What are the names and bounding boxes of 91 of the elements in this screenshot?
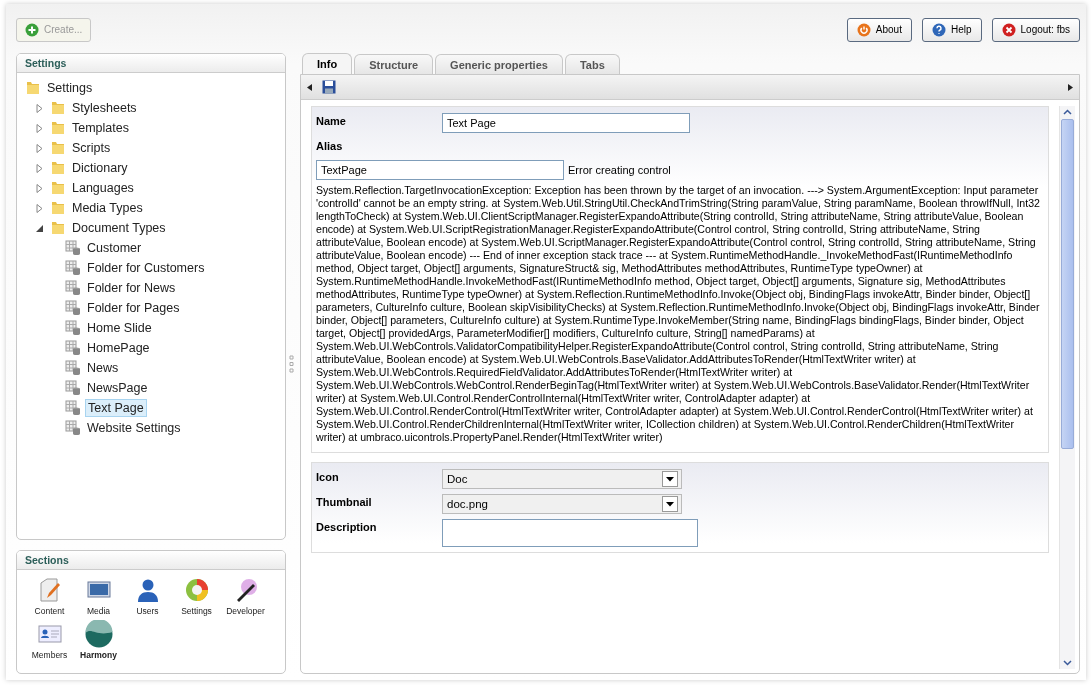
expand-arrow-icon[interactable] — [35, 123, 44, 133]
section-label: Media — [86, 606, 111, 616]
toolbar-button[interactable]: About — [846, 17, 912, 42]
expand-arrow-icon[interactable] — [35, 143, 44, 153]
scrollbar-thumb[interactable] — [1061, 119, 1074, 449]
tree-item[interactable]: Templates — [70, 120, 131, 136]
tree-item[interactable]: Scripts — [70, 140, 113, 156]
section-item[interactable]: Users — [123, 576, 172, 616]
tree-item[interactable]: NewsPage — [85, 380, 150, 396]
tree-item[interactable]: Text Page — [85, 399, 147, 417]
scroll-left-icon[interactable] — [307, 83, 312, 91]
tab[interactable]: Info — [302, 53, 353, 74]
scroll-right-icon[interactable] — [1068, 83, 1073, 91]
expand-arrow-icon[interactable] — [35, 183, 44, 193]
tree-item[interactable]: Folder for News — [85, 280, 178, 296]
exception-text: System.Reflection.TargetInvocationException: Exception has been thrown by the target of an invocation. ---> System.ArgumentException: Input parameter 'controlId' cannot be an empty string. at System.Web.Util.StringUtil.CheckAndTrimString(String paramValue, String paramName, Boolean throwIfNull, Int32 lengthToCheck) at System.Web.UI.ClientScriptManager.RegisterExpandoAttribute(String controlId, String attributeName, String attributeValue, Boolean encode) at System.Web.UI.ScriptRegistrationManager.RegisterExpandoAttribute(Control control, String controlId, String attributeName, String attributeValue, Boolean encode) at System.Web.UI.ScriptManager.RegisterExpandoAttribute(Control control, String controlId, String attributeName, String attributeValue, Boolean encode) --- End of inner exception stack trace --- at System.RuntimeMethodHandle._InvokeMethodFast(IRuntimeMethodInfo method, Object target, Object[] arguments, SignatureStruct& sig, MethodAttributes methodAttributes, RuntimeType typeOwner) at System.RuntimeMethodHandle.InvokeMethodFast(IRuntimeMethodInfo method, Object target, Object[] arguments, Signature sig, MethodAttributes methodAttributes, RuntimeType typeOwner) at System.Reflection.RuntimeMethodInfo.Invoke(Object obj, BindingFlags invokeAttr, Binder binder, Object[] parameters, CultureInfo culture, Boolean skipVisibilityChecks) at System.Reflection.RuntimeMethodInfo.Invoke(Object obj, BindingFlags invokeAttr, Binder binder, Object[] parameters, CultureInfo culture) at System.RuntimeType.InvokeMember(String name, BindingFlags bindingFlags, Binder binder, Object target, Object[] providedArgs, ParameterModifier[] modifiers, CultureInfo culture, String[] namedParams) at System.Web.UI.WebControls.ValidatorCompatibilityHelper.RegisterExpandoAttribute(Control control, String controlId, String attributeName, String attributeValue, Boolean encode) at System.Web.UI.WebControls.BaseValidator.AddAttributesToRender(HtmlTextWriter writer) at System.Web.UI.WebControls.RequiredFieldValidator.AddAttributesToRender(HtmlTextWriter writer) at System.Web.UI.WebControls.WebControl.RenderBeginTag(HtmlTextWriter writer) at System.Web.UI.WebControls.BaseValidator.Render(HtmlTextWriter writer) at System.Web.UI.Control.RenderControlInternal(HtmlTextWriter writer, ControlAdapter adapter) at System.Web.UI.Control.RenderControl(HtmlTextWriter writer, ControlAdapter adapter) at System.Web.UI.Control.RenderControl(HtmlTextWriter writer) at System.Web.UI.Control.RenderChildrenInternal(HtmlTextWriter writer, ICollection children) at System.Web.UI.Control.RenderChildren(HtmlTextWriter writer) at umbraco.uicontrols.PropertyPanel.Render(HtmlTextWriter writer) — [316, 184, 1041, 444]
description-field[interactable] — [442, 519, 698, 547]
wave-logo-icon — [84, 620, 113, 648]
tab[interactable]: Tabs — [564, 54, 620, 74]
document-type-icon — [65, 280, 81, 296]
section-item[interactable]: Developer — [221, 576, 270, 616]
tree-item[interactable]: Customer — [85, 240, 144, 256]
section-item[interactable]: Content — [25, 576, 74, 616]
section-label: Harmony — [80, 650, 117, 660]
alias-field[interactable]: TextPage — [316, 160, 564, 180]
icon-dropdown[interactable]: Doc — [442, 469, 682, 489]
document-type-icon — [65, 240, 81, 256]
folder-icon — [50, 160, 66, 176]
document-type-icon — [65, 420, 81, 436]
section-label: Content — [34, 606, 65, 616]
panel-title: Sections — [17, 551, 285, 570]
folder-icon — [50, 140, 66, 156]
tab[interactable]: Structure — [354, 54, 434, 74]
folder-icon — [50, 180, 66, 196]
expand-arrow-icon[interactable] — [35, 163, 44, 173]
field-label: Name — [316, 114, 347, 127]
tree-item[interactable]: Stylesheets — [70, 100, 139, 116]
folder-icon — [50, 120, 66, 136]
tree-item[interactable]: Dictionary — [70, 160, 130, 176]
tree-item[interactable]: Document Types — [70, 220, 168, 236]
section-label: Developer — [226, 606, 265, 616]
tree-item[interactable]: Home Slide — [85, 320, 154, 336]
help-icon — [931, 22, 946, 37]
folder-icon — [50, 200, 66, 216]
panel-title: Settings — [17, 54, 285, 73]
color-wheel-icon — [184, 576, 209, 604]
tree-item[interactable]: Media Types — [70, 200, 145, 216]
scrollbar[interactable] — [1059, 106, 1075, 669]
tree-item[interactable]: Folder for Customers — [85, 260, 207, 276]
section-item[interactable]: Settings — [172, 576, 221, 616]
folder-icon — [50, 100, 66, 116]
section-item[interactable]: Harmony — [74, 620, 123, 660]
splitter-grip-icon[interactable] — [289, 353, 294, 374]
expand-arrow-icon[interactable] — [35, 203, 44, 213]
document-type-icon — [65, 320, 81, 336]
tab[interactable]: Generic properties — [435, 54, 563, 74]
thumbnail-dropdown[interactable]: doc.png — [442, 494, 682, 514]
document-type-icon — [65, 360, 81, 376]
tree-item[interactable]: Folder for Pages — [85, 300, 182, 316]
tree-item[interactable]: Languages — [70, 180, 136, 196]
document-type-icon — [65, 400, 81, 416]
name-field[interactable]: Text Page — [442, 113, 690, 133]
document-type-icon — [65, 260, 81, 276]
document-pencil-icon — [37, 576, 62, 604]
field-label: Thumbnail — [316, 495, 373, 508]
field-label: Alias — [316, 139, 344, 152]
field-label: Description — [316, 520, 378, 533]
section-label: Settings — [181, 606, 212, 616]
section-label: Members — [31, 650, 68, 660]
field-label: Icon — [316, 470, 340, 483]
toolbar-button[interactable]: Help — [921, 17, 982, 42]
tree-item[interactable]: Website Settings — [85, 420, 183, 436]
save-icon[interactable] — [322, 80, 336, 94]
folder-icon — [25, 80, 41, 96]
tree-item[interactable]: HomePage — [85, 340, 152, 356]
section-label: Users — [136, 606, 159, 616]
close-icon — [1001, 22, 1016, 37]
document-type-icon — [65, 380, 81, 396]
document-type-icon — [65, 340, 81, 356]
expanded-arrow-icon[interactable] — [35, 223, 44, 233]
section-item[interactable]: Media — [74, 576, 123, 616]
plus-icon — [25, 22, 39, 37]
tree-item[interactable]: News — [85, 360, 121, 376]
expand-arrow-icon[interactable] — [35, 103, 44, 113]
folder-icon — [50, 220, 66, 236]
error-message: Error creating control — [568, 164, 671, 176]
toolbar-button[interactable]: Logout: fbs — [991, 17, 1080, 42]
section-item[interactable]: Members — [25, 620, 74, 660]
document-type-icon — [65, 300, 81, 316]
power-icon — [856, 22, 871, 37]
tree-item[interactable]: Settings — [45, 80, 95, 96]
